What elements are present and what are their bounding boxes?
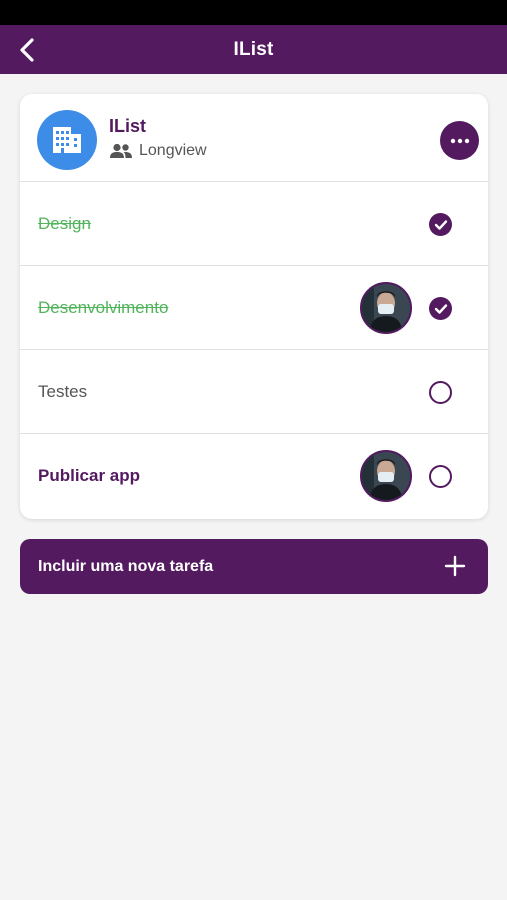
building-icon <box>53 127 81 153</box>
user-photo-icon <box>362 452 410 500</box>
assignee-avatar[interactable] <box>360 282 412 334</box>
chevron-left-icon <box>20 38 34 62</box>
task-label: Testes <box>38 381 88 401</box>
plus-icon <box>444 555 466 577</box>
checkmark-icon <box>434 219 447 230</box>
list-avatar <box>37 110 97 170</box>
more-horizontal-icon <box>450 138 469 143</box>
checkmark-icon <box>434 303 447 314</box>
list-name: IList <box>109 116 147 136</box>
back-button[interactable] <box>12 36 42 64</box>
task-label: Publicar app <box>38 466 141 485</box>
page-title: IList <box>233 38 274 60</box>
people-icon <box>110 143 132 158</box>
assignee-avatar[interactable] <box>360 450 412 502</box>
group-name: Longview <box>139 142 207 159</box>
more-options-button[interactable] <box>440 121 479 160</box>
task-row[interactable]: Publicar app <box>20 434 488 518</box>
group-info: Longview <box>109 142 207 160</box>
task-label: Desenvolvimento <box>38 297 169 317</box>
checkbox-checked[interactable] <box>429 213 452 236</box>
status-bar <box>0 0 507 25</box>
task-list-card: IList Longview Design Desenvolvimento Te… <box>20 94 488 519</box>
checkbox-checked[interactable] <box>429 297 452 320</box>
add-task-button[interactable]: Incluir uma nova tarefa <box>20 539 488 594</box>
task-row[interactable]: Testes <box>20 350 488 434</box>
task-row[interactable]: Design <box>20 182 488 266</box>
list-header: IList Longview <box>20 94 488 182</box>
checkbox-unchecked[interactable] <box>429 465 452 488</box>
nav-bar: IList <box>0 25 507 74</box>
user-photo-icon <box>362 284 410 332</box>
task-label: Design <box>38 213 91 233</box>
task-row[interactable]: Desenvolvimento <box>20 266 488 350</box>
add-task-label: Incluir uma nova tarefa <box>38 557 214 575</box>
checkbox-unchecked[interactable] <box>429 381 452 404</box>
